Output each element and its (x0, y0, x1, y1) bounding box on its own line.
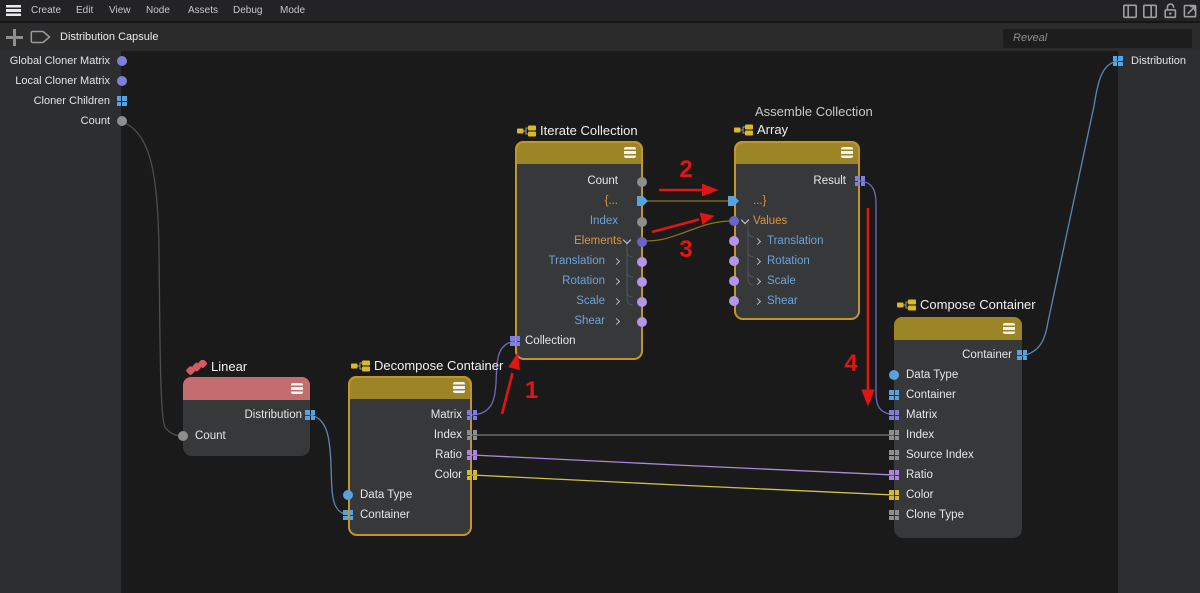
svg-text:4: 4 (844, 350, 858, 377)
svg-text:1: 1 (525, 377, 538, 404)
svg-text:2: 2 (679, 156, 692, 183)
svg-text:3: 3 (679, 236, 692, 263)
